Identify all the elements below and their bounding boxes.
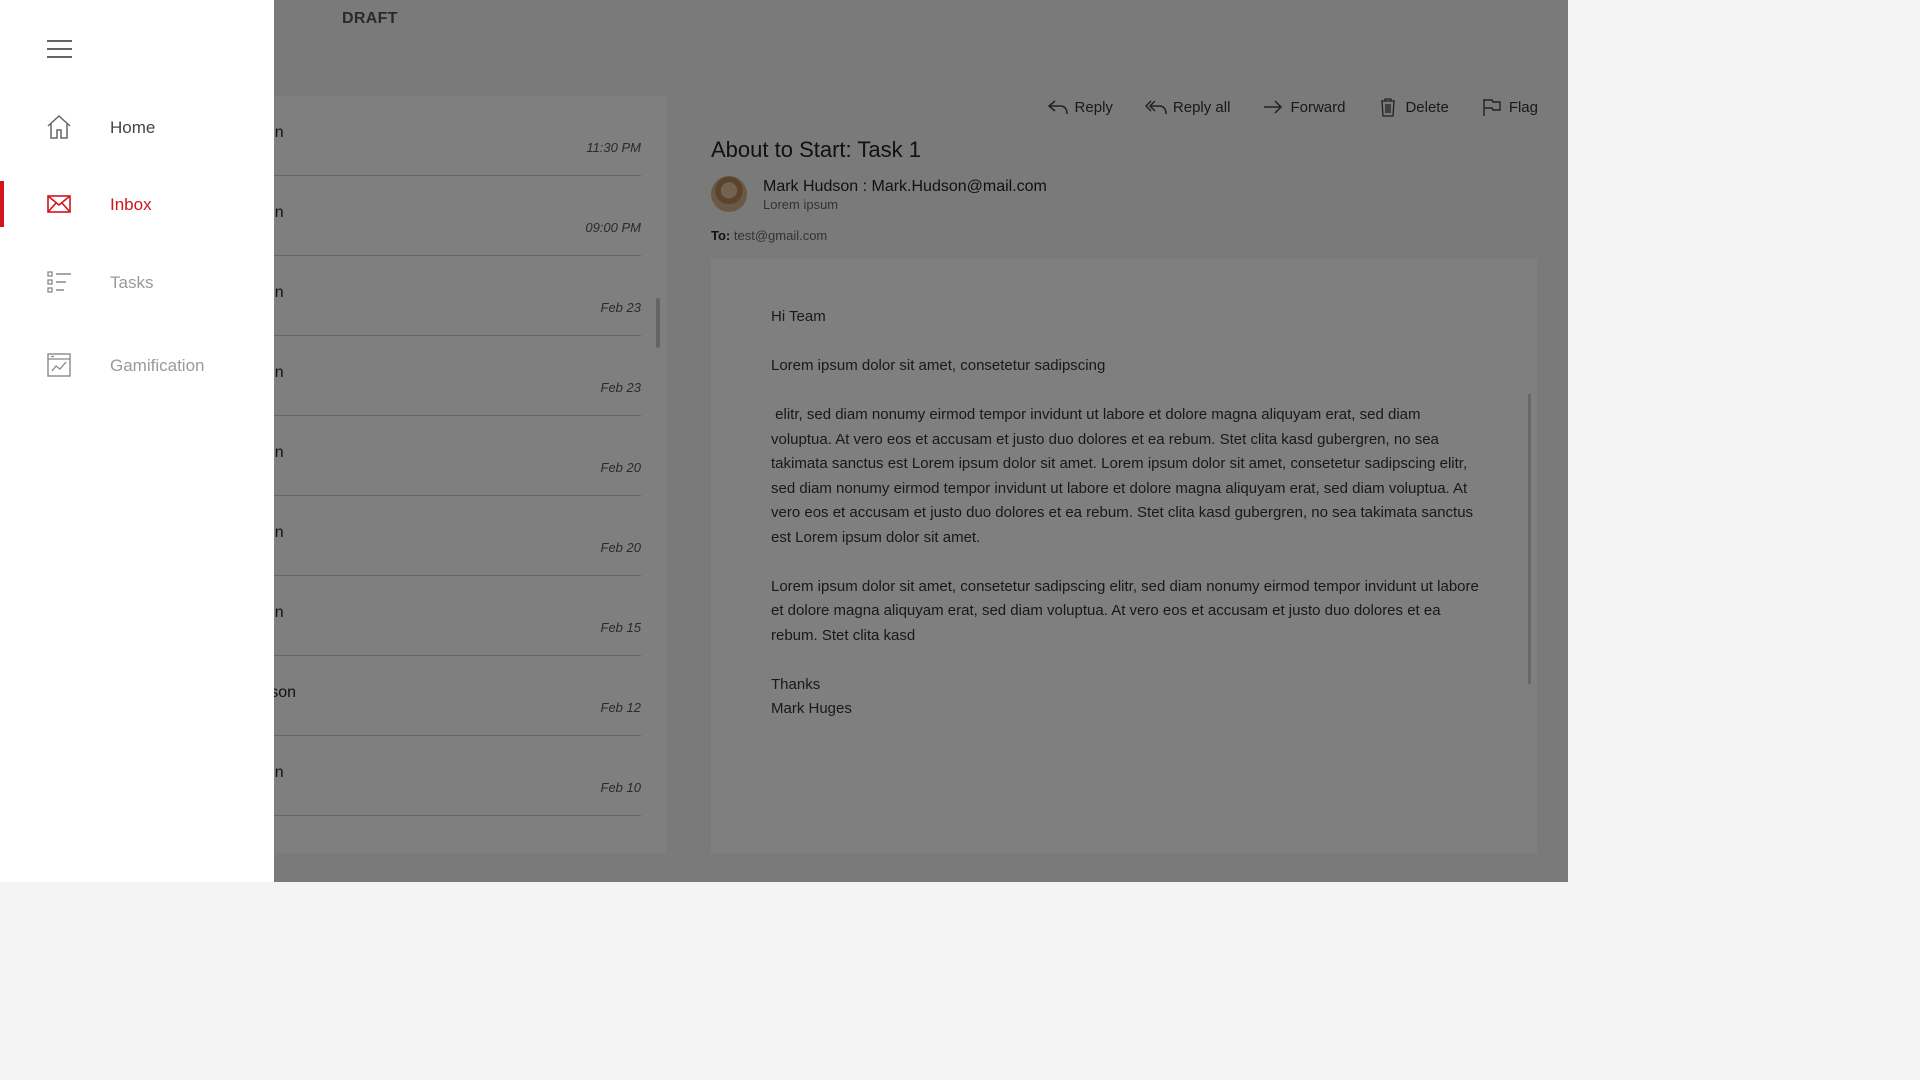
drawer-item-inbox[interactable]: Inbox [0, 181, 274, 227]
checklist-icon [47, 271, 71, 293]
drawer-item-label: Home [110, 118, 156, 137]
home-icon [47, 114, 71, 139]
drawer-item-tasks[interactable]: Tasks [0, 259, 274, 305]
drawer-item-gamification[interactable]: Gamification [0, 342, 274, 388]
drawer-item-label: Tasks [110, 273, 154, 292]
drawer-item-label: Gamification [110, 356, 205, 375]
active-indicator [0, 181, 4, 227]
navigation-drawer: Home Inbox Tasks Gamification [0, 0, 274, 882]
drawer-item-label: Inbox [110, 195, 152, 214]
chart-window-icon [47, 353, 71, 377]
mail-icon [47, 195, 71, 213]
menu-icon[interactable] [47, 40, 72, 58]
drawer-item-home[interactable]: Home [0, 104, 274, 150]
